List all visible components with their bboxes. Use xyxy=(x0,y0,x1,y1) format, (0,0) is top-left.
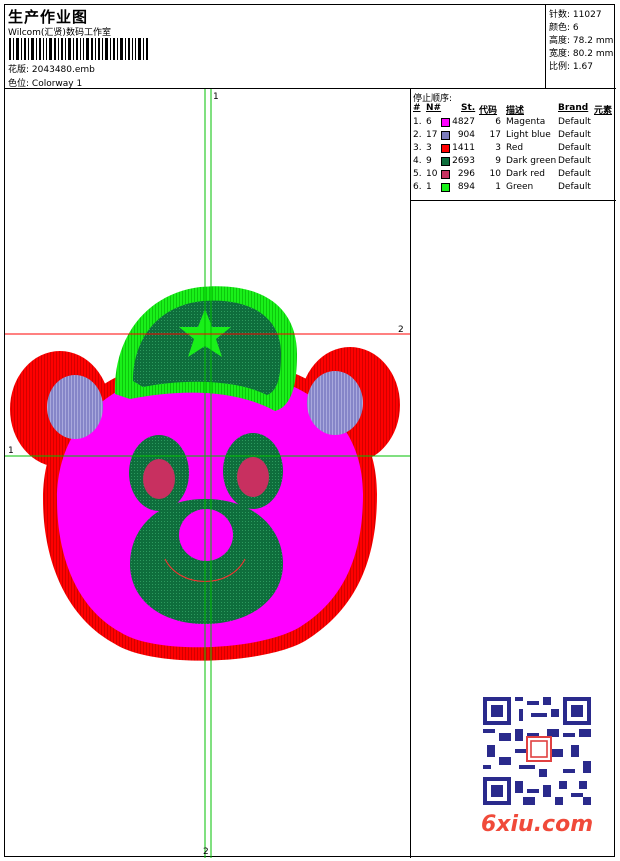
barcode-image xyxy=(9,38,148,60)
design-stats: 针数: 11027 颜色: 6 高度: 78.2 mm 宽度: 80.2 mm … xyxy=(546,5,616,89)
stat-height: 高度: 78.2 mm xyxy=(549,36,614,46)
header-index: # xyxy=(413,103,421,113)
studio-name: Wilcom(汇贤)数码工作室 xyxy=(8,28,111,38)
header-info: 生产作业图 Wilcom(汇贤)数码工作室 花版: 2043480.emb 色位… xyxy=(5,5,546,89)
colorway: 色位: Colorway 1 xyxy=(8,76,82,89)
design-filename: 花版: 2043480.emb xyxy=(8,62,95,75)
stat-stitches: 针数: 11027 xyxy=(549,10,602,20)
color-swatch xyxy=(441,131,450,140)
stat-width: 宽度: 80.2 mm xyxy=(549,49,614,59)
stat-colors: 颜色: 6 xyxy=(549,23,579,33)
right-inner-ear xyxy=(307,371,363,435)
table-row: 2. 17 904 17 Light blue Default xyxy=(413,130,591,140)
header-code: 代码 xyxy=(479,106,498,116)
header-stitches: St. xyxy=(461,103,476,113)
color-swatch xyxy=(441,157,450,166)
header-description: 描述 xyxy=(506,106,525,116)
color-table-header: # N# St. 代码 描述 Brand 元素 xyxy=(411,103,616,116)
embroidery-preview: 1 2 1 2 xyxy=(5,89,410,858)
right-eye-inner xyxy=(237,457,269,497)
color-swatch xyxy=(441,170,450,179)
guide-label-right: 2 xyxy=(398,325,404,335)
colorway-label: 色位: xyxy=(8,79,30,89)
color-swatch xyxy=(441,183,450,192)
left-inner-ear xyxy=(47,375,103,439)
table-row: 5. 10 296 10 Dark red Default xyxy=(413,169,591,179)
color-sequence-table: 停止顺序: # N# St. 代码 描述 Brand 元素 1. 6 4827 … xyxy=(411,89,616,201)
filename-value: 2043480.emb xyxy=(31,65,95,75)
nose xyxy=(179,509,233,561)
guide-label-top: 1 xyxy=(213,92,219,102)
colorway-value: Colorway 1 xyxy=(31,79,83,89)
sheet-title: 生产作业图 xyxy=(8,8,89,26)
guide-label-left: 1 xyxy=(8,446,14,456)
table-row: 1. 6 4827 6 Magenta Default xyxy=(413,117,591,127)
table-row: 3. 3 1411 3 Red Default xyxy=(413,143,591,153)
color-swatch xyxy=(441,118,450,127)
guide-label-bottom: 2 xyxy=(203,847,209,857)
header-element: 元素 xyxy=(594,106,613,116)
header-brand: Brand xyxy=(558,103,589,113)
qr-code-image xyxy=(483,697,591,805)
table-row: 6. 1 894 1 Green Default xyxy=(413,182,591,192)
left-eye-inner xyxy=(143,459,175,499)
table-row: 4. 9 2693 9 Dark green Default xyxy=(413,156,591,166)
header-needle: N# xyxy=(426,103,442,113)
design-preview: 1 2 1 2 xyxy=(5,89,411,858)
filename-label: 花版: xyxy=(8,65,30,75)
watermark: 6xiu.com xyxy=(481,812,594,837)
stat-scale: 比例: 1.67 xyxy=(549,62,593,72)
color-swatch xyxy=(441,144,450,153)
